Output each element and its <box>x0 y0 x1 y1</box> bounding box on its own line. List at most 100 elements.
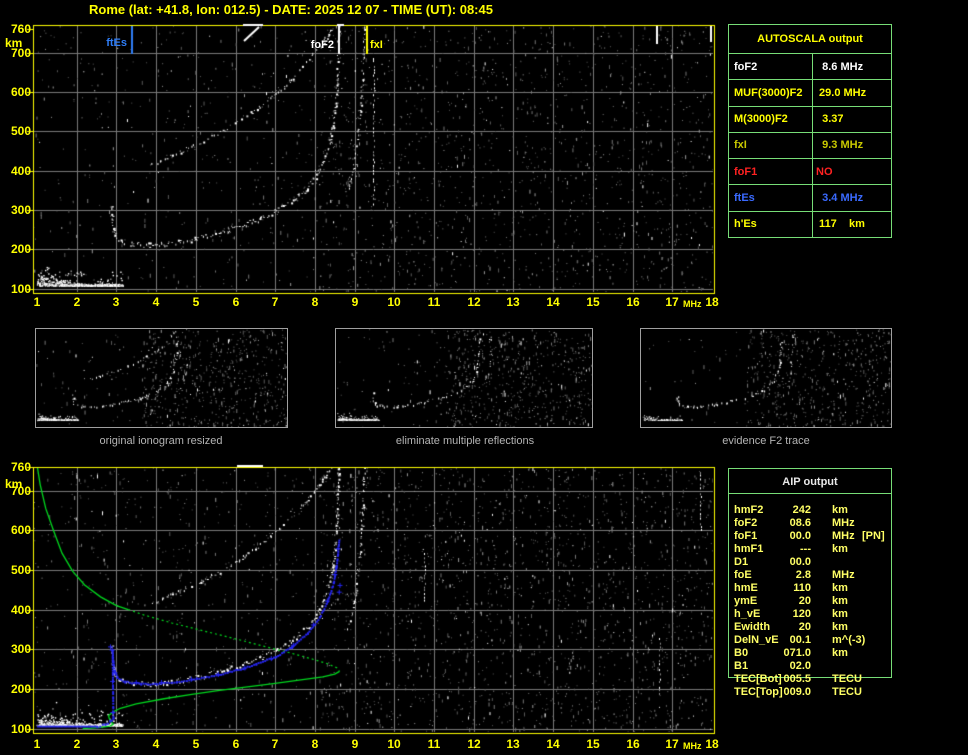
page-title: Rome (lat: +41.8, lon: 012.5) - DATE: 20… <box>89 2 493 17</box>
x-axis-tick: 9 <box>343 296 367 308</box>
autoscala-row-ftes: ftEs 3.4 MHz <box>729 185 891 211</box>
autoscala-row-label: foF1 <box>729 159 813 184</box>
aip-row-ewidth: Ewidth20km <box>729 621 891 634</box>
y-axis-label: 100 <box>2 283 31 295</box>
aip-row-b0: B0071.0km <box>729 647 891 660</box>
aip-row-value: 00.0 <box>731 530 811 543</box>
x-axis-tick: 5 <box>184 738 208 750</box>
aip-row-value: 00.0 <box>731 556 811 569</box>
aip-row-unit: m^(-3) <box>832 634 865 647</box>
aip-row-hmf2: hmF2242km <box>729 504 891 517</box>
aip-row-foe: foE2.8MHz <box>729 569 891 582</box>
autoscala-row-label: fxI <box>729 133 813 158</box>
aip-row-value: 071.0 <box>731 647 811 660</box>
aip-panel-header: AIP output <box>729 474 891 494</box>
aip-row-tectop: TEC[Top]009.0TECU <box>729 686 891 699</box>
autoscala-row-label: foF2 <box>729 54 813 79</box>
aip-row-unit: km <box>832 543 848 556</box>
autoscala-row-label: h'Es <box>729 212 813 237</box>
y-axis-label: 400 <box>2 604 31 616</box>
x-axis-tick: 5 <box>184 296 208 308</box>
x-axis-tick: 11 <box>422 738 446 750</box>
aip-row-unit: TECU <box>832 673 862 686</box>
x-axis-tick: 1 <box>25 296 49 308</box>
marker-label-foF2: foF2 <box>294 40 334 51</box>
y-axis-label: 200 <box>2 243 31 255</box>
autoscala-row-fof2: foF2 8.6 MHz <box>729 54 891 80</box>
y-axis-label: 100 <box>2 723 31 735</box>
aip-row-unit: MHz <box>832 530 855 543</box>
x-axis-tick: 16 <box>621 296 645 308</box>
aip-row-unit: TECU <box>832 686 862 699</box>
aip-row-unit: km <box>832 595 848 608</box>
aip-row-hmf1: hmF1---km <box>729 543 891 556</box>
thumbnail-evidence-f2-trace <box>640 328 892 428</box>
y-axis-unit-label: km <box>5 478 22 490</box>
x-axis-tick: 13 <box>501 738 525 750</box>
y-axis-label: 500 <box>2 125 31 137</box>
aip-row-value: 20 <box>731 621 811 634</box>
aip-row-value: 02.0 <box>731 660 811 673</box>
aip-row-unit: km <box>832 582 848 595</box>
x-axis-tick: 11 <box>422 296 446 308</box>
aip-output-panel: AIP output hmF2242kmfoF208.6MHzfoF100.0M… <box>728 468 892 678</box>
autoscala-row-value: NO <box>813 159 891 184</box>
x-axis-tick: 10 <box>382 738 406 750</box>
x-axis-tick: 14 <box>541 296 565 308</box>
x-axis-tick: 7 <box>263 296 287 308</box>
x-axis-tick: 18 <box>700 296 724 308</box>
aip-row-value: 009.0 <box>731 686 811 699</box>
aip-row-value: 005.5 <box>731 673 811 686</box>
x-axis-tick: 6 <box>224 738 248 750</box>
autoscala-row-m3000f2: M(3000)F2 3.37 <box>729 107 891 133</box>
autoscala-row-value: 3.37 <box>813 107 891 132</box>
aip-row-tecbot: TEC[Bot]005.5TECU <box>729 673 891 686</box>
aip-row-value: 08.6 <box>731 517 811 530</box>
aip-row-unit: km <box>832 621 848 634</box>
marker-label-fxI: fxI <box>370 40 383 51</box>
y-axis-label: 760 <box>2 23 31 35</box>
x-axis-tick: 2 <box>65 738 89 750</box>
x-axis-tick: 17 <box>660 296 684 308</box>
x-axis-tick: 12 <box>462 738 486 750</box>
y-axis-label: 400 <box>2 165 31 177</box>
aip-row-b1: B102.0 <box>729 660 891 673</box>
autoscala-row-fof1: foF1NO <box>729 159 891 185</box>
aip-row-unit: km <box>832 647 848 660</box>
x-axis-tick: 8 <box>303 738 327 750</box>
aip-row-fof1: foF100.0MHz[PN] <box>729 530 891 543</box>
autoscala-row-muf3000f2: MUF(3000)F2 29.0 MHz <box>729 80 891 106</box>
y-axis-label: 600 <box>2 86 31 98</box>
x-axis-tick: 13 <box>501 296 525 308</box>
autoscala-panel-header: AUTOSCALA output <box>729 25 891 54</box>
aip-row-unit: MHz <box>832 569 855 582</box>
autoscala-row-value: 3.4 MHz <box>813 185 891 210</box>
x-axis-tick: 7 <box>263 738 287 750</box>
y-axis-label: 200 <box>2 683 31 695</box>
y-axis-label: 760 <box>2 461 31 473</box>
thumbnail-caption-2: eliminate multiple reflections <box>345 435 585 447</box>
autoscala-row-label: M(3000)F2 <box>729 107 813 132</box>
autoscala-row-fxi: fxI 9.3 MHz <box>729 133 891 159</box>
thumbnail-caption-3: evidence F2 trace <box>646 435 886 447</box>
thumbnail-caption-1: original ionogram resized <box>41 435 281 447</box>
autoscala-output-panel: AUTOSCALA output foF2 8.6 MHzMUF(3000)F2… <box>728 24 892 238</box>
thumbnail-eliminate-reflections <box>335 328 593 428</box>
x-axis-tick: 8 <box>303 296 327 308</box>
x-axis-tick: 18 <box>700 738 724 750</box>
x-axis-tick: 9 <box>343 738 367 750</box>
aip-row-delnve: DelN_vE00.1m^(-3) <box>729 634 891 647</box>
aip-row-flag: [PN] <box>862 530 885 543</box>
autoscala-row-label: MUF(3000)F2 <box>729 80 813 105</box>
autoscala-row-value: 9.3 MHz <box>813 133 891 158</box>
aip-row-d1: D100.0 <box>729 556 891 569</box>
x-axis-tick: 3 <box>104 296 128 308</box>
x-axis-unit-label: MHz <box>683 742 702 751</box>
x-axis-tick: 15 <box>581 296 605 308</box>
y-axis-unit-label: km <box>5 37 22 49</box>
y-axis-label: 500 <box>2 564 31 576</box>
aip-row-fof2: foF208.6MHz <box>729 517 891 530</box>
x-axis-unit-label: MHz <box>683 300 702 309</box>
aip-row-value: 110 <box>731 582 811 595</box>
autoscala-row-label: ftEs <box>729 185 813 210</box>
